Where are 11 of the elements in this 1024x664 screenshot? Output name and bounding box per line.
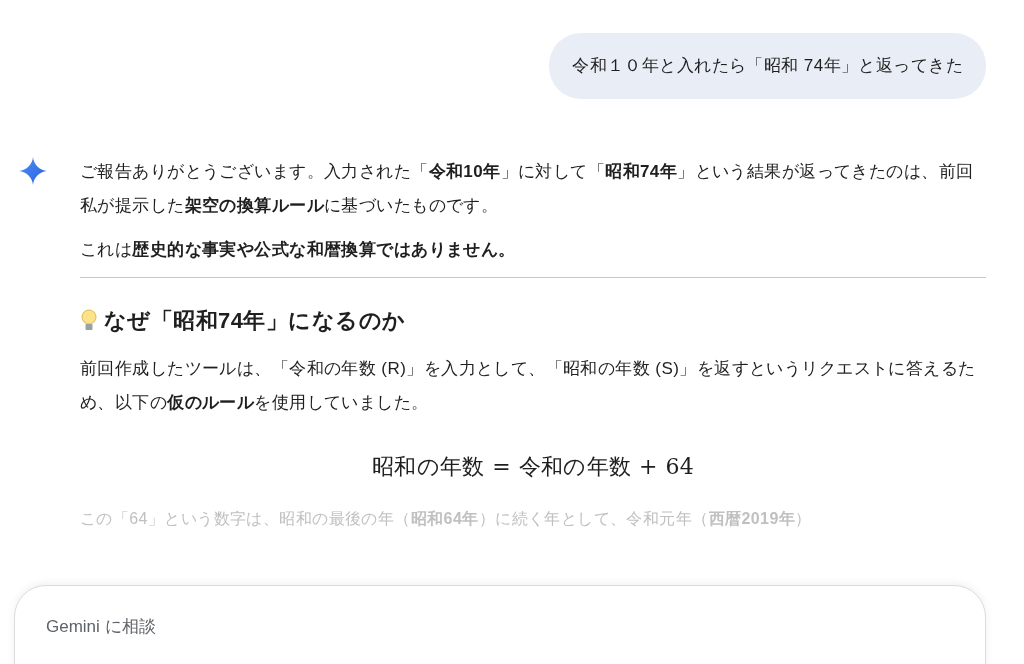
formula: 昭和の年数 = 令和の年数 + 64 [371,452,695,481]
response-paragraph: これは歴史的な事実や公式な和暦換算ではありません。 [80,238,517,261]
user-message: 令和１０年と入れたら「昭和 74年」と返ってきた [549,33,986,99]
sparkle-icon [19,156,47,185]
body-paragraph: 前回作成したツールは、「令和の年数 (R)」を入力として、「昭和の年数 (S)」を返すというリクエストに答えるため、以下の仮のルールを使用していました。 [80,357,977,414]
lightbulb-icon [80,308,98,333]
faded-paragraph: この「64」という数字は、昭和の最後の年（昭和64年）に続く年として、令和元年（西暦2019年） [80,508,813,529]
chat-input-box[interactable]: Gemini に相談 [14,585,986,664]
response-paragraph: ご報告ありがとうございます。入力された「令和10年」に対して「昭和74年」という結果が返ってきたのは、前回私が提示した架空の換算ルールに基づいたものです。 [80,160,975,217]
chat-input[interactable]: Gemini に相談 [46,614,954,640]
section-heading: なぜ「昭和74年」になるのか [104,306,406,335]
